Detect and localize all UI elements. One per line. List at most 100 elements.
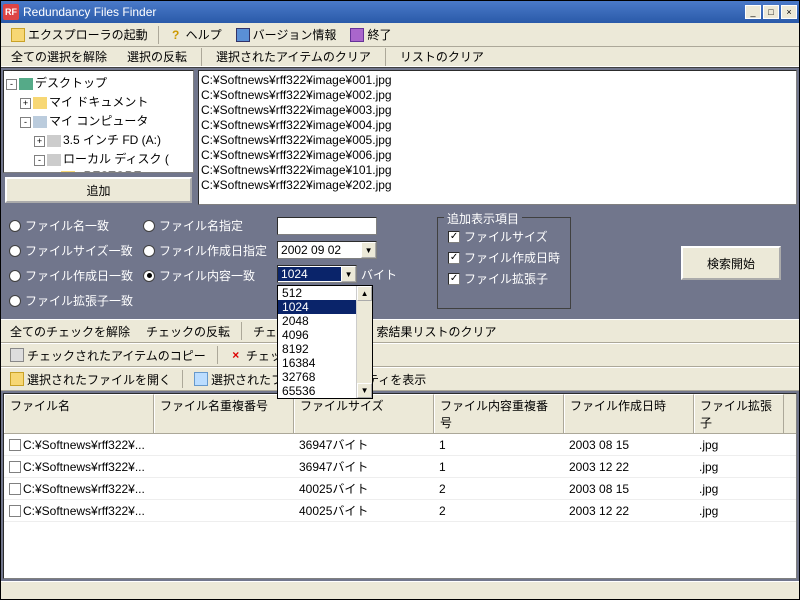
list-item[interactable]: C:¥Softnews¥rff322¥image¥005.jpg	[201, 133, 794, 148]
tree-node-label[interactable]: _RESTORE	[77, 169, 141, 173]
dropdown-option[interactable]: 65536	[278, 384, 356, 398]
dropdown-option[interactable]: 8192	[278, 342, 356, 356]
exit-icon	[350, 28, 364, 42]
date-select[interactable]: 2002 09 02▼	[277, 241, 377, 259]
list-item[interactable]: C:¥Softnews¥rff322¥image¥002.jpg	[201, 88, 794, 103]
radio-icon	[9, 245, 21, 257]
checkbox-icon: ✓	[448, 231, 460, 243]
start-search-button[interactable]: 検索開始	[681, 246, 781, 280]
uncheck-all-button[interactable]: 全てのチェックを解除	[5, 321, 135, 342]
list-item[interactable]: C:¥Softnews¥rff322¥image¥004.jpg	[201, 118, 794, 133]
maximize-button[interactable]: □	[763, 5, 779, 19]
invert-selection-button[interactable]: 選択の反転	[121, 46, 193, 67]
scroll-up-icon[interactable]: ▲	[357, 286, 372, 301]
cell-value: .jpg	[694, 478, 784, 499]
tree-node-label[interactable]: デスクトップ	[35, 76, 107, 90]
tree-node-label[interactable]: 3.5 インチ FD (A:)	[63, 133, 161, 147]
open-file-button[interactable]: 選択されたファイルを開く	[5, 369, 176, 390]
tree-node-label[interactable]: ローカル ディスク (	[63, 152, 169, 166]
check-date[interactable]: ✓ファイル作成日時	[448, 249, 560, 266]
cell-value: 1	[434, 456, 564, 477]
radio-label: ファイル名一致	[25, 217, 109, 234]
list-item[interactable]: C:¥Softnews¥rff322¥image¥101.jpg	[201, 163, 794, 178]
dropdown-option[interactable]: 1024	[278, 300, 356, 314]
file-list[interactable]: C:¥Softnews¥rff322¥image¥001.jpgC:¥Softn…	[198, 70, 797, 205]
check-ext[interactable]: ✓ファイル拡張子	[448, 270, 560, 287]
dropdown-option[interactable]: 32768	[278, 370, 356, 384]
check-label: ファイルサイズ	[464, 228, 548, 245]
table-row[interactable]: C:¥Softnews¥rff322¥...36947バイト12003 12 2…	[4, 456, 796, 478]
expand-icon[interactable]: -	[20, 117, 31, 128]
column-header[interactable]: ファイル拡張子	[694, 394, 784, 433]
chevron-down-icon[interactable]: ▼	[341, 266, 356, 282]
cell-value: C:¥Softnews¥rff322¥...	[23, 504, 145, 518]
radio-ext-match[interactable]: ファイル拡張子一致	[9, 292, 133, 309]
checkbox-icon[interactable]	[9, 461, 21, 473]
cell-value: .jpg	[694, 456, 784, 477]
open-icon	[10, 372, 24, 386]
results-table[interactable]: ファイル名 ファイル名重複番号 ファイルサイズ ファイル内容重複番号 ファイル作…	[3, 393, 797, 579]
column-header[interactable]: ファイル名重複番号	[154, 394, 294, 433]
column-header[interactable]: ファイル内容重複番号	[434, 394, 564, 433]
size-dropdown[interactable]: ▲▼ 5121024204840968192163843276865536	[277, 285, 373, 399]
column-header[interactable]: ファイルサイズ	[294, 394, 434, 433]
dropdown-option[interactable]: 16384	[278, 356, 356, 370]
check-size[interactable]: ✓ ファイルサイズ	[448, 228, 560, 245]
tree-node-label[interactable]: マイ ドキュメント	[49, 95, 148, 109]
expand-icon[interactable]: +	[20, 98, 31, 109]
checkbox-icon[interactable]	[9, 505, 21, 517]
chevron-down-icon[interactable]: ▼	[361, 242, 376, 258]
desktop-icon	[19, 78, 33, 90]
scrollbar[interactable]: ▲▼	[356, 286, 372, 398]
radio-date-match[interactable]: ファイル作成日一致	[9, 267, 133, 284]
dropdown-option[interactable]: 4096	[278, 328, 356, 342]
list-item[interactable]: C:¥Softnews¥rff322¥image¥001.jpg	[201, 73, 794, 88]
dropdown-option[interactable]: 512	[278, 286, 356, 300]
expand-icon[interactable]: -	[6, 79, 17, 90]
table-row[interactable]: C:¥Softnews¥rff322¥...40025バイト22003 08 1…	[4, 478, 796, 500]
radio-content-match[interactable]: ファイル内容一致	[143, 267, 267, 284]
help-button[interactable]: ? ヘルプ	[163, 24, 228, 45]
scroll-down-icon[interactable]: ▼	[357, 383, 372, 398]
version-button[interactable]: バージョン情報	[230, 24, 343, 45]
list-item[interactable]: C:¥Softnews¥rff322¥image¥202.jpg	[201, 178, 794, 193]
cell-value: 2003 12 22	[564, 456, 694, 477]
expand-icon[interactable]: -	[34, 155, 45, 166]
cell-value: 2003 12 22	[564, 500, 694, 521]
clear-selected-button[interactable]: 選択されたアイテムのクリア	[210, 46, 377, 67]
list-item[interactable]: C:¥Softnews¥rff322¥image¥006.jpg	[201, 148, 794, 163]
expand-icon[interactable]: +	[34, 136, 45, 147]
options-panel: ファイル名一致 ファイルサイズ一致 ファイル作成日一致 ファイル拡張子一致 ファ…	[1, 207, 799, 319]
radio-size-match[interactable]: ファイルサイズ一致	[9, 242, 133, 259]
explorer-button[interactable]: エクスプローラの起動	[5, 24, 154, 45]
name-input[interactable]	[277, 217, 377, 235]
copy-checked-button[interactable]: チェックされたアイテムのコピー	[5, 345, 211, 366]
invert-check-button[interactable]: チェックの反転	[141, 321, 235, 342]
checkbox-icon[interactable]	[9, 483, 21, 495]
column-header[interactable]: ファイル名	[4, 394, 154, 433]
mid-panel: - デスクトップ + マイ ドキュメント - マイ コンピュータ +3.5 インチ F…	[1, 67, 799, 207]
close-button[interactable]: ×	[781, 5, 797, 19]
checkbox-icon[interactable]	[9, 439, 21, 451]
radio-icon	[143, 245, 155, 257]
tree-node-label[interactable]: マイ コンピュータ	[49, 114, 148, 128]
clear-list-button[interactable]: リストのクリア	[394, 46, 490, 67]
table-row[interactable]: C:¥Softnews¥rff322¥...36947バイト12003 08 1…	[4, 434, 796, 456]
radio-date-spec[interactable]: ファイル作成日指定	[143, 242, 267, 259]
list-item[interactable]: C:¥Softnews¥rff322¥image¥003.jpg	[201, 103, 794, 118]
table-row[interactable]: C:¥Softnews¥rff322¥...40025バイト22003 12 2…	[4, 500, 796, 522]
cell-value	[154, 478, 294, 499]
deselect-all-button[interactable]: 全ての選択を解除	[5, 46, 113, 67]
column-header[interactable]: ファイル作成日時	[564, 394, 694, 433]
add-button[interactable]: 追加	[5, 177, 192, 203]
radio-name-spec[interactable]: ファイル名指定	[143, 217, 267, 234]
exit-button[interactable]: 終了	[344, 24, 397, 45]
dropdown-option[interactable]: 2048	[278, 314, 356, 328]
folder-tree[interactable]: - デスクトップ + マイ ドキュメント - マイ コンピュータ +3.5 インチ F…	[3, 70, 194, 173]
size-select[interactable]: 1024▼	[277, 265, 357, 283]
radio-name-match[interactable]: ファイル名一致	[9, 217, 133, 234]
radio-icon	[9, 220, 21, 232]
app-icon: RF	[3, 4, 19, 20]
minimize-button[interactable]: _	[745, 5, 761, 19]
clear-result-button[interactable]: 索結果リストのクリア	[371, 321, 501, 342]
